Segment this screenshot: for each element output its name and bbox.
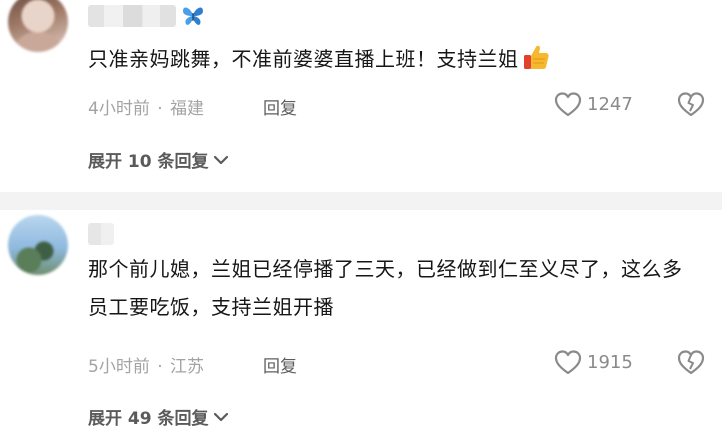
comment-location: 福建 [170, 99, 205, 119]
comment-item: 只准亲妈跳舞，不准前婆婆直播上班！支持兰姐 4小时前 · 福建 回复 1247 … [0, 0, 722, 192]
avatar[interactable] [8, 215, 68, 275]
chevron-down-icon [213, 155, 228, 164]
comment-divider [0, 192, 722, 210]
comment-time-location: 5小时前 · 江苏 [88, 352, 204, 377]
butterfly-icon [183, 7, 203, 25]
comment-item: 那个前儿媳，兰姐已经停播了三天，已经做到仁至义尽了，这么多员工要吃饭，支持兰姐开… [0, 210, 722, 439]
comment-meta: 5小时前 · 江苏 回复 1915 [88, 348, 722, 377]
comment-location: 江苏 [170, 357, 205, 377]
like-count: 1915 [587, 351, 633, 373]
comment-text: 只准亲妈跳舞，不准前婆婆直播上班！支持兰姐 [88, 40, 698, 78]
comment-text: 那个前儿媳，兰姐已经停播了三天，已经做到仁至义尽了，这么多员工要吃饭，支持兰姐开… [88, 250, 698, 326]
broken-heart-icon[interactable] [676, 90, 706, 118]
comment-time: 5小时前 [88, 357, 150, 377]
comment-time: 4小时前 [88, 99, 150, 119]
like-button[interactable]: 1915 [553, 348, 633, 376]
thumbs-up-icon [523, 45, 549, 69]
comment-text-content: 只准亲妈跳舞，不准前婆婆直播上班！支持兰姐 [88, 47, 519, 71]
reply-button[interactable]: 回复 [263, 352, 297, 377]
reply-button[interactable]: 回复 [263, 94, 297, 119]
broken-heart-icon[interactable] [676, 348, 706, 376]
chevron-down-icon [213, 412, 228, 421]
expand-replies-button[interactable]: 展开 49 条回复 [88, 404, 229, 429]
meta-separator: · [157, 357, 163, 377]
comment-text-content: 那个前儿媳，兰姐已经停播了三天，已经做到仁至义尽了，这么多员工要吃饭，支持兰姐开… [88, 257, 683, 319]
like-count: 1247 [587, 93, 633, 115]
username-blurred[interactable] [88, 5, 176, 27]
heart-icon [554, 92, 582, 117]
avatar[interactable] [8, 0, 68, 52]
comment-meta: 4小时前 · 福建 回复 1247 [88, 90, 722, 119]
username-blurred[interactable] [88, 223, 114, 245]
like-button[interactable]: 1247 [553, 90, 633, 118]
comment-time-location: 4小时前 · 福建 [88, 94, 204, 119]
expand-replies-label: 展开 49 条回复 [88, 409, 209, 429]
expand-replies-button[interactable]: 展开 10 条回复 [88, 147, 229, 172]
heart-icon [554, 350, 582, 375]
meta-separator: · [157, 99, 163, 119]
expand-replies-label: 展开 10 条回复 [88, 152, 209, 172]
